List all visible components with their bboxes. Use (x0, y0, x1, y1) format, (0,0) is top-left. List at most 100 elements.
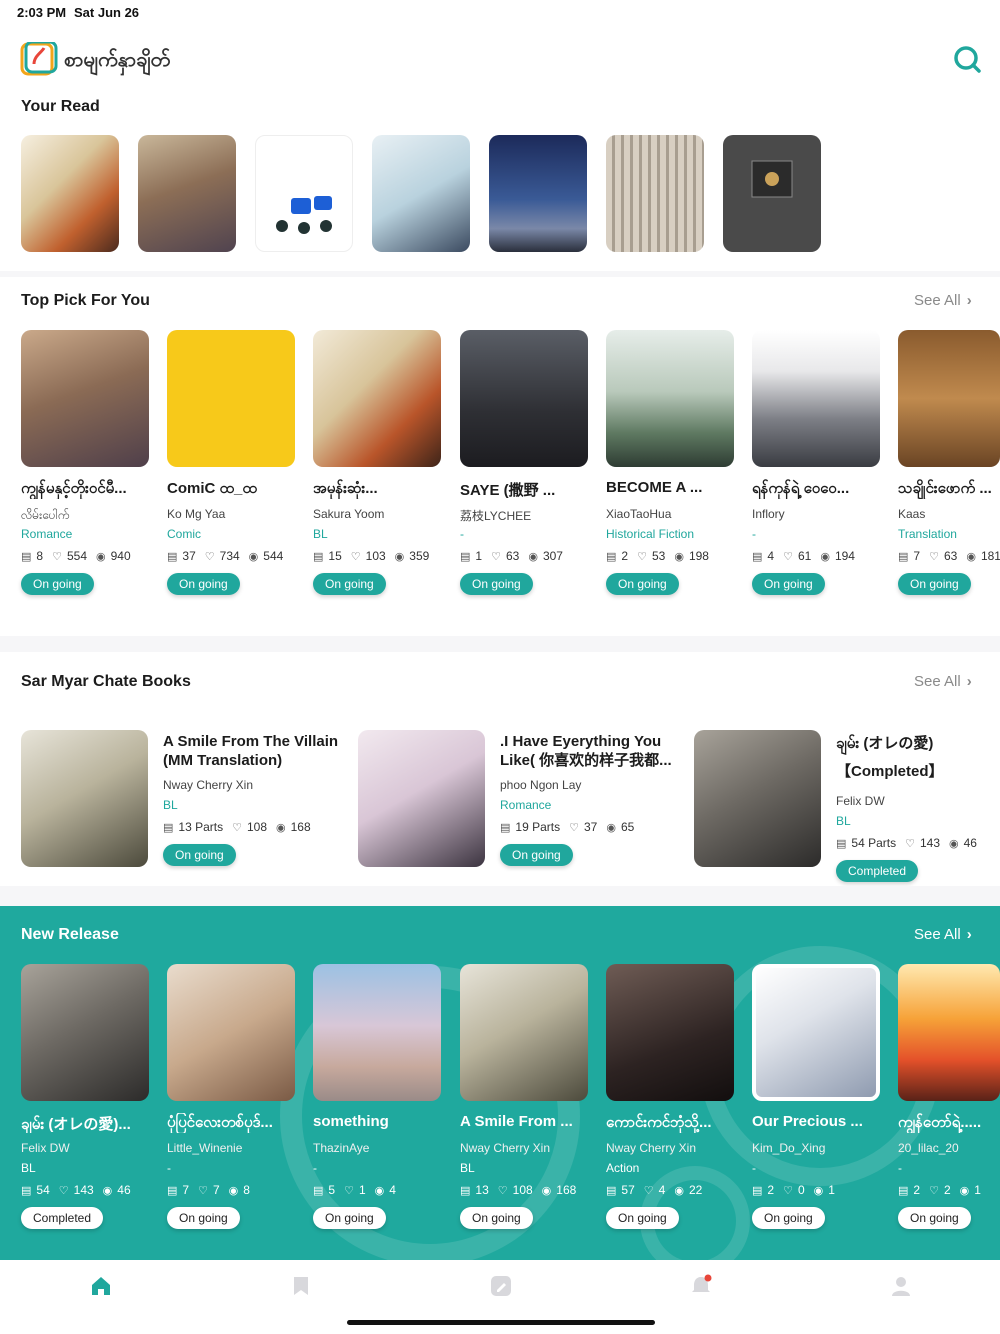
book-cover[interactable] (898, 330, 1000, 467)
book-card[interactable]: something ThazinAye - ▤ 5 ♡ 1 ◉ 4 On going (313, 964, 441, 1229)
eye-icon: ◉ (96, 550, 106, 563)
eye-icon: ◉ (248, 550, 259, 563)
card-stats: ▤ 4 ♡ 61 ◉ 194 (752, 549, 880, 563)
top-pick-see-all[interactable]: See All › (914, 292, 972, 309)
card-stats: ▤ 37 ♡ 734 ◉ 544 (167, 549, 295, 563)
eye-icon: ◉ (374, 1184, 385, 1197)
book-card[interactable]: ပုံပြင်လေးတစ်ပုဒ်... Little_Winenie - ▤ 7 ♡ 7 ◉… (167, 964, 295, 1229)
book-cover[interactable] (313, 964, 441, 1101)
top-pick-title: Top Pick For You (21, 292, 150, 309)
book-cover[interactable] (694, 730, 821, 867)
eye-icon: ◉ (394, 550, 405, 563)
book-card[interactable]: .I Have Eyerything You Like( 你喜欢的样子我都...… (358, 730, 678, 867)
book-cover[interactable] (606, 330, 734, 467)
book-card[interactable]: အမုန်းဆုံး... Sakura Yoom BL ▤ 15 ♡ 103 ◉ 359 On … (313, 330, 441, 595)
parts-count: 13 (475, 1183, 489, 1197)
search-icon[interactable] (952, 44, 982, 74)
parts-count: 54 Parts (851, 836, 897, 850)
likes-count: 37 (583, 820, 598, 834)
read-cover[interactable] (138, 135, 236, 252)
views-count: 65 (620, 820, 635, 834)
book-author: Ko Mg Yaa (167, 507, 226, 521)
book-card[interactable]: ချမ်း (オレの愛)... Felix DW BL ▤ 54 ♡ 143 ◉ 46 Compl… (21, 964, 149, 1229)
book-cover[interactable] (313, 330, 441, 467)
book-genre: BL (163, 798, 178, 812)
read-cover[interactable] (255, 135, 353, 252)
heart-icon: ♡ (232, 821, 242, 834)
parts-icon: ▤ (606, 550, 617, 563)
read-cover[interactable] (489, 135, 587, 252)
heart-icon: ♡ (198, 1184, 208, 1197)
library-icon[interactable] (289, 1274, 313, 1298)
book-card[interactable]: ကောင်းကင်ဘုံသို့... Nway Cherry Xin Action… (606, 964, 734, 1229)
sar-myar-see-all[interactable]: See All › (914, 673, 972, 690)
book-card[interactable]: A Smile From ... Nway Cherry Xin BL ▤ 13 ♡ 108… (460, 964, 588, 1229)
card-stats: ▤ 13 Parts ♡ 108 ◉ 168 (163, 820, 343, 834)
write-icon[interactable] (489, 1274, 513, 1298)
new-release-see-all[interactable]: See All › (914, 926, 972, 943)
parts-icon: ▤ (313, 550, 324, 563)
parts-icon: ▤ (460, 550, 471, 563)
chevron-right-icon: › (966, 673, 972, 690)
book-cover[interactable] (167, 964, 295, 1101)
parts-count: 54 (36, 1183, 50, 1197)
book-title: ပုံပြင်လေးတစ်ပုဒ်... (167, 1114, 273, 1131)
views-count: 359 (409, 549, 430, 563)
status-badge: On going (21, 573, 94, 595)
book-card[interactable]: ကျွန်မနှင့်တိုးဝင်မီ... လိမ်းပေါက် Romance… (21, 330, 149, 595)
book-author: Felix DW (21, 1141, 70, 1155)
book-cover[interactable] (460, 964, 588, 1101)
parts-icon: ▤ (167, 550, 178, 563)
eye-icon: ◉ (228, 1184, 239, 1197)
status-badge: On going (500, 844, 573, 866)
book-cover[interactable] (752, 330, 880, 467)
status-time: 2:03 PM (17, 5, 67, 20)
heart-icon: ♡ (497, 1184, 508, 1197)
heart-icon: ♡ (783, 550, 793, 563)
book-cover[interactable] (21, 964, 149, 1101)
book-info: A Smile From The Villain (MM Translation… (163, 732, 343, 866)
book-card[interactable]: SAYE (撒野 ... 荔枝LYCHEE - ▤ 1 ♡ 63 ◉ 307 On going (460, 330, 588, 595)
card-stats: ▤ 2 ♡ 0 ◉ 1 (752, 1183, 880, 1197)
book-cover[interactable] (21, 330, 149, 467)
your-read-title: Your Read (21, 98, 100, 115)
book-cover[interactable] (167, 330, 295, 467)
read-cover[interactable] (372, 135, 470, 252)
likes-count: 108 (512, 1183, 533, 1197)
card-stats: ▤ 54 Parts ♡ 143 ◉ 46 (836, 836, 1000, 850)
likes-count: 143 (73, 1183, 94, 1197)
home-icon[interactable] (89, 1274, 113, 1298)
book-genre: Translation (898, 527, 957, 541)
notification-icon[interactable] (689, 1274, 713, 1298)
heart-icon: ♡ (52, 550, 62, 563)
status-badge: On going (898, 1207, 971, 1229)
book-card[interactable]: A Smile From The Villain (MM Translation… (21, 730, 341, 867)
read-cover[interactable] (723, 135, 821, 252)
book-card[interactable]: သချိုင်းဖောက် ... Kaas Translation ▤ 7 ♡ 63 ◉ 18… (898, 330, 1000, 595)
views-count: 168 (556, 1183, 577, 1197)
book-cover[interactable] (21, 730, 148, 867)
book-card[interactable]: Our Precious ... Kim_Do_Xing - ▤ 2 ♡ 0 ◉ 1 On goi… (752, 964, 880, 1229)
book-title: A Smile From ... (460, 1113, 573, 1130)
read-cover[interactable] (606, 135, 704, 252)
book-title: သချိုင်းဖောက် ... (898, 480, 992, 497)
book-card[interactable]: ရန်ကုန်ရဲ့ ဝေဝေ... Inflory - ▤ 4 ♡ 61 ◉ 194 On go… (752, 330, 880, 595)
views-count: 8 (243, 1183, 250, 1197)
book-card[interactable]: ComiC ထ_ထ Ko Mg Yaa Comic ▤ 37 ♡ 734 ◉ 544 On goi… (167, 330, 295, 595)
status-badge: Completed (21, 1207, 104, 1229)
book-card[interactable]: ချမ်း (オレの愛) 【Completed】 Felix DW BL ▤ 54 Pa… (694, 730, 1000, 882)
book-cover[interactable] (898, 964, 1000, 1101)
book-card[interactable]: ကျွန်တော်ရဲ့..... 20_lilac_20 - ▤ 2 ♡ 2 ◉ 1 On go… (898, 964, 1000, 1229)
status-badge: On going (163, 844, 236, 866)
read-cover[interactable] (21, 135, 119, 252)
eye-icon: ◉ (276, 821, 286, 834)
profile-icon[interactable] (889, 1274, 913, 1298)
heart-icon: ♡ (350, 550, 361, 563)
book-cover[interactable] (358, 730, 485, 867)
book-cover[interactable] (606, 964, 734, 1101)
status-badge: On going (460, 1207, 533, 1229)
book-card[interactable]: BECOME A ... XiaoTaoHua Historical Fiction… (606, 330, 734, 595)
parts-icon: ▤ (500, 821, 511, 834)
book-cover[interactable] (460, 330, 588, 467)
book-cover[interactable] (752, 964, 880, 1101)
